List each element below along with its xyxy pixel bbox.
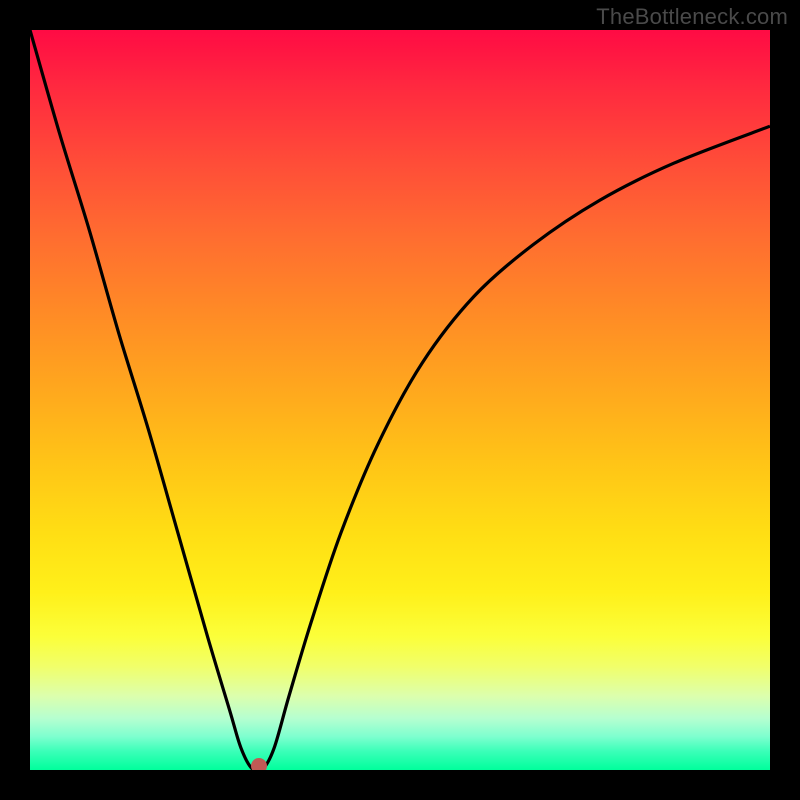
watermark-text: TheBottleneck.com [596,4,788,30]
optimum-marker-dot [251,758,267,770]
curve-path [30,30,770,770]
bottleneck-curve [30,30,770,770]
plot-area [30,30,770,770]
chart-root: TheBottleneck.com [0,0,800,800]
